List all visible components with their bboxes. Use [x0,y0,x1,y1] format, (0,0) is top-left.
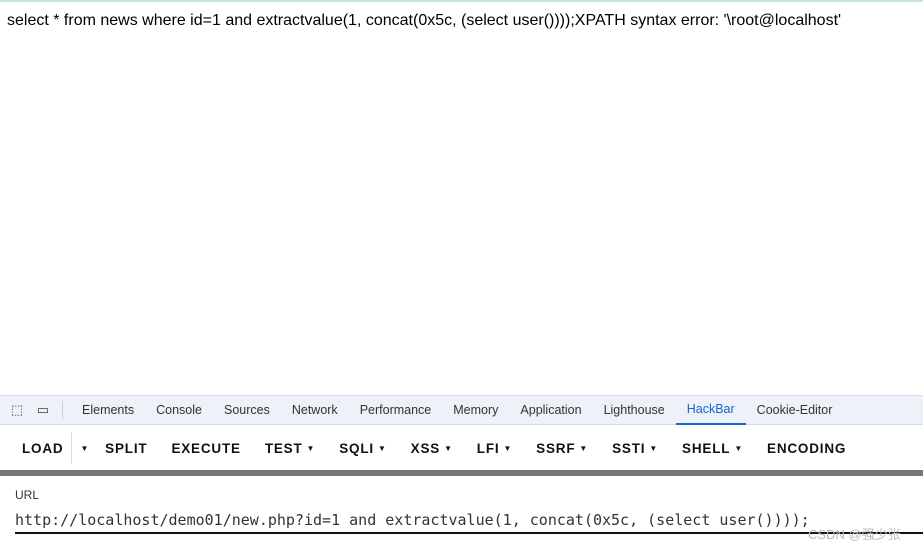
load-dropdown-button[interactable]: ▼ [72,444,93,453]
test-menu[interactable]: TEST ▼ [253,441,327,456]
watermark: CSDN @强少张 [808,527,901,542]
url-label: URL [15,488,40,502]
sqli-label: SQLI [339,440,374,456]
tab-console[interactable]: Console [145,396,213,425]
device-toolbar-icon[interactable]: ▭ [30,399,56,421]
caret-down-icon: ▼ [503,443,513,453]
tab-elements[interactable]: Elements [71,396,145,425]
hackbar-toolbar: LOAD ▼ SPLIT EXECUTE TEST ▼ SQLI ▼ XSS ▼ LF… [0,426,923,470]
ssti-menu[interactable]: SSTI ▼ [600,441,670,456]
caret-down-icon: ▼ [649,443,659,453]
lfi-menu[interactable]: LFI ▼ [465,441,524,456]
ssti-label: SSTI [612,440,646,456]
tab-memory[interactable]: Memory [442,396,509,425]
tab-lighthouse[interactable]: Lighthouse [593,396,676,425]
tab-sources[interactable]: Sources [213,396,281,425]
shell-menu[interactable]: SHELL ▼ [670,441,755,456]
caret-down-icon: ▼ [734,443,744,453]
tab-application[interactable]: Application [509,396,592,425]
caret-down-icon: ▼ [306,443,316,453]
split-button[interactable]: SPLIT [93,441,159,456]
load-button[interactable]: LOAD [0,441,63,456]
tab-performance[interactable]: Performance [349,396,443,425]
shell-label: SHELL [682,440,731,456]
tab-network[interactable]: Network [281,396,349,425]
caret-down-icon: ▼ [80,443,90,453]
page-output-text: select * from news where id=1 and extrac… [7,12,842,29]
url-input[interactable] [15,508,923,534]
encoding-menu[interactable]: ENCODING [755,441,846,456]
divider [62,401,63,419]
xss-label: XSS [410,440,441,456]
devtools-tab-bar: ⬚ ▭ Elements Console Sources Network Per… [0,395,923,425]
execute-button[interactable]: EXECUTE [159,441,252,456]
caret-down-icon: ▼ [377,443,387,453]
xss-menu[interactable]: XSS ▼ [399,441,465,456]
ssrf-menu[interactable]: SSRF ▼ [524,441,600,456]
top-border [0,0,923,2]
ssrf-label: SSRF [536,440,576,456]
caret-down-icon: ▼ [444,443,453,453]
tab-hackbar[interactable]: HackBar [675,396,746,425]
lfi-label: LFI [476,440,500,456]
sqli-menu[interactable]: SQLI ▼ [327,441,398,456]
caret-down-icon: ▼ [579,443,589,453]
inspect-element-icon[interactable]: ⬚ [4,399,30,421]
test-label: TEST [264,440,303,456]
tab-cookie-editor[interactable]: Cookie-Editor [746,396,844,425]
panel-divider[interactable] [0,470,923,476]
